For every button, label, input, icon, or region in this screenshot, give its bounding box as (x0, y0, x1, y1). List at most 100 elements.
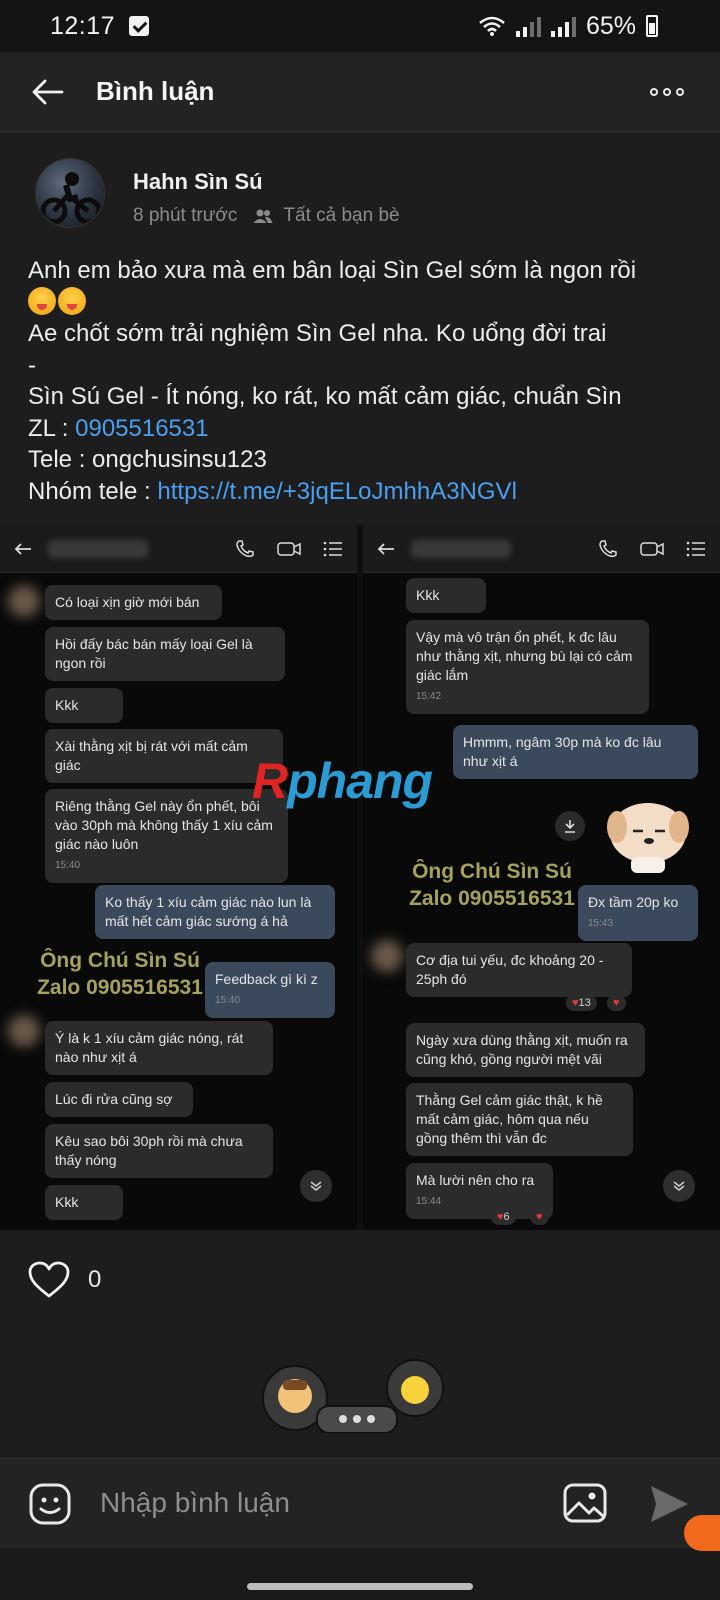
chat-message: Kkk (45, 1185, 123, 1220)
watermark-logo-part: phang (287, 753, 433, 809)
heart-outline-icon[interactable] (28, 1261, 70, 1299)
site-watermark-logo: Rphang (252, 752, 433, 810)
blurred-contact-name (48, 539, 148, 558)
chat-message: Vậy mà vô trận ổn phết, k đc lâu như thằ… (406, 620, 649, 714)
friends-icon (253, 209, 273, 223)
chat-message-text: Mà lười nên cho ra (416, 1172, 535, 1188)
dot-icon (650, 88, 658, 96)
post-line: Ae chốt sớm trải nghiệm Sìn Gel nha. Ko … (28, 320, 607, 347)
message-time: 15:40 (215, 995, 241, 1006)
download-icon (565, 820, 575, 833)
status-bar: 12:17 65% (0, 0, 720, 52)
like-row: 0 (28, 1261, 101, 1299)
chat-message: Lúc đi rửa cũng sợ (45, 1082, 193, 1117)
chevron-down-icon (673, 1181, 685, 1191)
send-icon[interactable] (648, 1483, 690, 1525)
dot-icon (663, 88, 671, 96)
post-content: Anh em bảo xưa mà em bân loại Sìn Gel sớ… (28, 255, 698, 507)
image-picker-icon[interactable] (563, 1483, 607, 1523)
back-button[interactable] (0, 52, 96, 132)
post-line-zalo: ZL : 0905516531 (28, 413, 698, 445)
chat-message: Mà lười nên cho ra 15:44 (406, 1163, 553, 1219)
phone-link[interactable]: 0905516531 (75, 415, 208, 442)
wifi-icon (479, 16, 505, 36)
reaction-badge: ♥13 (566, 995, 597, 1011)
phone-icon (599, 539, 617, 557)
zalo-label: ZL : (28, 414, 76, 442)
download-button (555, 811, 585, 841)
scroll-down-button (663, 1170, 695, 1202)
message-time: 15:43 (588, 918, 614, 929)
blurred-contact-name (411, 539, 511, 558)
post-meta: 8 phút trước Tất cả bạn bè (133, 205, 400, 227)
post-line: Anh em bảo xưa mà em bân loại Sìn Gel sớ… (28, 257, 637, 284)
back-arrow-icon (377, 542, 394, 555)
chat-message-own: Feedback gì kì z 15:40 (205, 962, 335, 1018)
author-avatar[interactable] (35, 158, 105, 228)
bottom-area (0, 1548, 720, 1600)
more-options-button[interactable] (650, 78, 690, 106)
floating-bubble-icon[interactable] (684, 1515, 720, 1551)
chevron-down-icon (310, 1181, 322, 1191)
post-line: - (28, 351, 36, 379)
chat-message: Thằng Gel cảm giác thật, k hề mất cảm gi… (406, 1083, 633, 1156)
chat-header-icons (598, 539, 706, 559)
reaction-badge: ♥6 (491, 1209, 516, 1225)
watermark-line: Ông Chú Sìn Sú (40, 949, 200, 972)
status-icons: 65% (478, 0, 658, 52)
dog-sticker (607, 803, 689, 873)
blurred-avatar (371, 940, 403, 972)
comment-input[interactable] (100, 1487, 520, 1519)
author-name[interactable]: Hahn Sìn Sú (133, 169, 263, 195)
like-count: 0 (88, 1266, 102, 1293)
heart-react-button: ♥ (607, 995, 626, 1011)
blurred-avatar (8, 1015, 40, 1047)
post-time: 8 phút trước (133, 205, 238, 226)
chat-message: Kkk (45, 688, 123, 723)
reaction-count: 6 (503, 1211, 510, 1223)
chat-header (363, 525, 720, 573)
post-image[interactable]: Có loại xịn giờ mới bán Hồi đấy bác bán … (0, 525, 720, 1230)
chat-message: Có loại xịn giờ mới bán (45, 585, 222, 620)
status-time: 12:17 (50, 11, 116, 40)
motorbike-rider-image (40, 172, 102, 225)
chat-message: Kêu sao bôi 30ph rồi mà chưa thấy nóng (45, 1124, 273, 1178)
post: Hahn Sìn Sú 8 phút trước Tất cả bạn bè A… (0, 133, 720, 1458)
chat-message: Cơ địa tui yếu, đc khoảng 20 - 25ph đó (406, 943, 632, 997)
scroll-down-button (300, 1170, 332, 1202)
telegram-link[interactable]: https://t.me/+3jqELoJmhhA3NGVl (157, 478, 517, 505)
post-line-group: Nhóm tele : https://t.me/+3jqELoJmhhA3NG… (28, 476, 698, 508)
watermark-line: Ông Chú Sìn Sú (412, 860, 572, 883)
chat-message: Kkk (406, 578, 486, 613)
page-title: Bình luận (96, 76, 215, 106)
watermark-line: Zalo 0905516531 (37, 976, 203, 999)
video-call-icon (277, 541, 301, 556)
group-label: Nhóm tele : (28, 477, 158, 505)
zalo-watermark: Ông Chú Sìn Sú Zalo 0905516531 (401, 858, 583, 912)
post-emoji-line (28, 286, 698, 319)
comment-bar (0, 1458, 720, 1548)
chat-message-own: Đx tầm 20p ko 15:43 (578, 885, 698, 941)
yum-emoji-icon (28, 286, 56, 315)
chat-message-own: Ko thấy 1 xíu cảm giác nào lun là mất hế… (95, 885, 335, 939)
heart-react-button: ♥ (530, 1209, 549, 1225)
video-call-icon (640, 541, 664, 556)
post-line: Tele : ongchusinsu123 (28, 446, 267, 473)
phone-icon (236, 539, 254, 557)
yum-emoji-icon (58, 286, 86, 315)
chat-message: Ngày xưa dùng thằng xịt, muốn ra cũng kh… (406, 1023, 645, 1077)
signal-2-icon (550, 15, 576, 37)
notification-check-icon (129, 16, 150, 36)
watermark-line: Zalo 0905516531 (409, 887, 575, 910)
chat-screenshot-left: Có loại xịn giờ mới bán Hồi đấy bác bán … (0, 525, 357, 1230)
chat-screenshot-right: Kkk Vậy mà vô trận ổn phết, k đc lâu như… (363, 525, 720, 1230)
post-audience: Tất cả bạn bè (283, 205, 400, 226)
reaction-count: 13 (578, 997, 591, 1009)
signal-1-icon (515, 15, 541, 37)
back-arrow-icon (14, 542, 31, 555)
heart-icon: ♥ (536, 1211, 543, 1223)
navigation-handle[interactable] (247, 1583, 473, 1590)
blurred-avatar (8, 585, 40, 617)
dot-icon (676, 88, 684, 96)
emoji-sticker-icon[interactable] (29, 1483, 71, 1525)
